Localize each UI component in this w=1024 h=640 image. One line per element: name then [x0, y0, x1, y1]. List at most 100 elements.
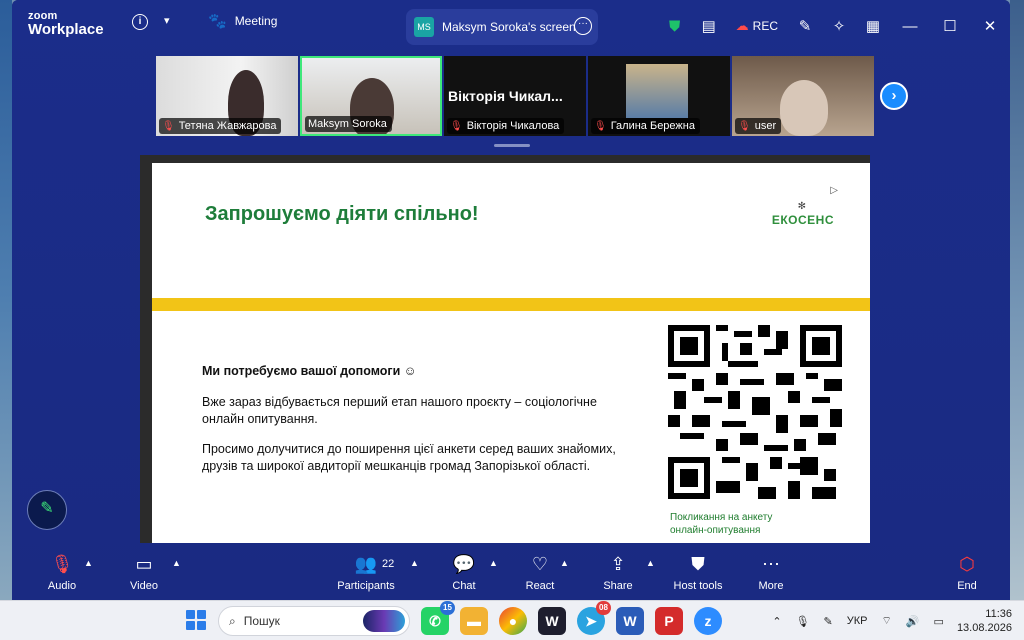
zoom-logo: zoom Workplace [28, 10, 104, 38]
annotate-pencil-button[interactable]: ✎ [27, 490, 67, 530]
volume-icon[interactable]: 🔊 [899, 615, 927, 628]
presentation-slide: Запрошуємо діяти спільно! ✻ ЕКОСЕНС ▷ Ми… [152, 163, 870, 543]
close-button[interactable]: ✕ [970, 17, 1010, 35]
video-tile[interactable]: 🎙 user [732, 56, 874, 136]
magic-wand-icon[interactable]: ✎ [788, 17, 822, 35]
desktop-wallpaper-right [1010, 0, 1024, 600]
cloud-record-icon: ☁ [735, 18, 749, 33]
chat-bubble-icon: 💬 [452, 554, 476, 574]
shared-screen-tab[interactable]: MS Maksym Soroka's screen ··· [406, 9, 598, 45]
app-icon[interactable]: W [538, 607, 566, 635]
video-tile[interactable]: Віктoрія Чикал... 🎙 Віктoрія Чикалова [444, 56, 586, 136]
recording-label: REC [752, 19, 778, 33]
chevron-up-icon[interactable]: ⌃ [765, 615, 788, 628]
meeting-tab-label: Meeting [234, 14, 278, 28]
apps-icon[interactable]: ▦ [856, 17, 890, 35]
more-options-icon[interactable]: ··· [574, 17, 592, 35]
participant-avatar-image [626, 64, 688, 118]
video-tile[interactable]: 🎙 Тетяна Жавжарова [156, 56, 298, 136]
video-strip: 🎙 Тетяна Жавжарова Maksym Soroka Віктoрі… [156, 56, 874, 136]
slide-title: Запрошуємо діяти спільно! [205, 203, 479, 225]
battery-icon[interactable]: ▭ [927, 615, 951, 628]
recording-indicator[interactable]: ☁ REC [726, 18, 788, 34]
mouse-cursor-icon: ▷ [830, 185, 838, 196]
mic-tray-icon[interactable]: 🎙 [789, 615, 817, 628]
yellow-divider [152, 298, 870, 311]
chat-options-caret[interactable]: ▲ [489, 558, 498, 568]
mic-muted-icon: 🎙 [594, 120, 607, 132]
host-tools-button[interactable]: ⛊ Host tools [668, 552, 728, 592]
file-explorer-icon[interactable]: ▬ [460, 607, 488, 635]
qr-code [668, 325, 842, 499]
mic-muted-icon: 🎙 [162, 120, 175, 132]
meeting-tab[interactable]: 🐾 Meeting [208, 12, 277, 30]
video-options-caret[interactable]: ▲ [172, 558, 181, 568]
mic-muted-icon: 🎙 [50, 554, 74, 574]
info-icon[interactable]: i [132, 14, 148, 30]
react-options-caret[interactable]: ▲ [560, 558, 569, 568]
participant-big-name: Віктoрія Чикал... [448, 88, 563, 104]
share-options-caret[interactable]: ▲ [646, 558, 655, 568]
start-button[interactable] [186, 610, 206, 630]
qr-caption: Покликання на анкету онлайн-опитування [670, 512, 773, 536]
language-indicator[interactable]: УКР [840, 615, 875, 627]
taskbar-search[interactable]: ⌕ Пошук [218, 606, 410, 636]
end-meeting-button[interactable]: ⬡ End [947, 552, 987, 592]
participants-options-caret[interactable]: ▲ [410, 558, 419, 568]
share-button[interactable]: ⇪ Share [598, 552, 638, 592]
more-dots-icon: ⋯ [762, 554, 780, 574]
presenter-avatar: MS [414, 17, 434, 37]
mic-muted-icon: 🎙 [450, 120, 463, 132]
pen-tray-icon[interactable]: ✎ [817, 615, 840, 628]
system-tray: ⌃ 🎙 ✎ УКР ⌔ 🔊 ▭ 11:36 13.08.2026 [765, 601, 1024, 640]
wifi-icon[interactable]: ⌔ [874, 614, 898, 628]
paw-icon: 🐾 [208, 13, 227, 30]
video-button[interactable]: ▭ Video [124, 552, 164, 592]
windows-taskbar: ⌕ Пошук ✆ 15 ▬ ● W ➤ 08 W P z ⌃ 🎙 ✎ УКР … [0, 600, 1024, 640]
telegram-icon[interactable]: ➤ 08 [577, 601, 611, 635]
video-camera-icon: ▭ [135, 554, 153, 574]
brand-logo-text: ЕКОСЕНС [771, 213, 834, 227]
word-icon[interactable]: W [616, 607, 644, 635]
participant-name-label: 🎙 Віктoрія Чикалова [447, 118, 565, 134]
meeting-area: zoom Workplace i ▾ 🐾 Meeting MS Maksym S… [12, 0, 1010, 600]
clock[interactable]: 11:36 13.08.2026 [951, 607, 1024, 635]
zoom-icon[interactable]: z [694, 607, 722, 635]
chat-button[interactable]: 💬 Chat [444, 552, 484, 592]
zoom-window: zoom Workplace i ▾ 🐾 Meeting MS Maksym S… [12, 0, 1010, 600]
security-shield-icon[interactable]: ⛊ [658, 18, 692, 35]
shared-screen-tab-label: Maksym Soroka's screen [442, 20, 576, 34]
notes-icon[interactable]: ▤ [692, 17, 726, 35]
search-icon: ⌕ [229, 613, 236, 628]
search-highlight-image [363, 610, 405, 632]
strip-resize-handle[interactable] [494, 144, 530, 147]
participant-name-label: 🎙 Тетяна Жавжарова [159, 118, 282, 134]
audio-options-caret[interactable]: ▲ [84, 558, 93, 568]
slide-body: Ми потребуємо вашої допомоги ☺ Вже зараз… [202, 363, 622, 488]
next-page-button[interactable]: › [880, 82, 908, 110]
audio-button[interactable]: 🎙 Audio [42, 552, 82, 592]
video-tile-active-speaker[interactable]: Maksym Soroka [300, 56, 442, 136]
react-button[interactable]: ♡ React [520, 552, 560, 592]
participant-name-label: 🎙 Галина Бережна [591, 118, 700, 134]
more-button[interactable]: ⋯ More [752, 552, 790, 592]
mic-muted-icon: 🎙 [738, 120, 751, 132]
minimize-button[interactable]: — [890, 18, 930, 35]
ai-companion-icon[interactable]: ✧ [822, 17, 856, 35]
whatsapp-icon[interactable]: ✆ 15 [421, 601, 455, 635]
video-tile[interactable]: 🎙 Галина Бережна [588, 56, 730, 136]
meeting-toolbar: 🎙 Audio ▲ ▭ Video ▲ 👥 Participants 22 ▲ … [12, 546, 1010, 600]
chevron-down-icon[interactable]: ▾ [164, 14, 170, 27]
title-bar-right-controls: ⛊ ▤ ☁ REC ✎ ✧ ▦ — ☐ ✕ [658, 0, 1010, 52]
desktop-wallpaper-left [0, 0, 12, 600]
end-x-icon: ⬡ [959, 554, 975, 574]
slide-paragraph: Просимо долучитися до поширення цієї анк… [202, 442, 616, 473]
heart-icon: ♡ [531, 554, 549, 574]
slide-heading: Ми потребуємо вашої допомоги ☺ [202, 364, 417, 378]
participants-count: 22 [382, 558, 395, 570]
pdf-icon[interactable]: P [655, 607, 683, 635]
maximize-button[interactable]: ☐ [930, 17, 970, 35]
chrome-icon[interactable]: ● [499, 607, 527, 635]
participant-video [780, 80, 828, 136]
share-screen-icon: ⇪ [610, 554, 626, 574]
